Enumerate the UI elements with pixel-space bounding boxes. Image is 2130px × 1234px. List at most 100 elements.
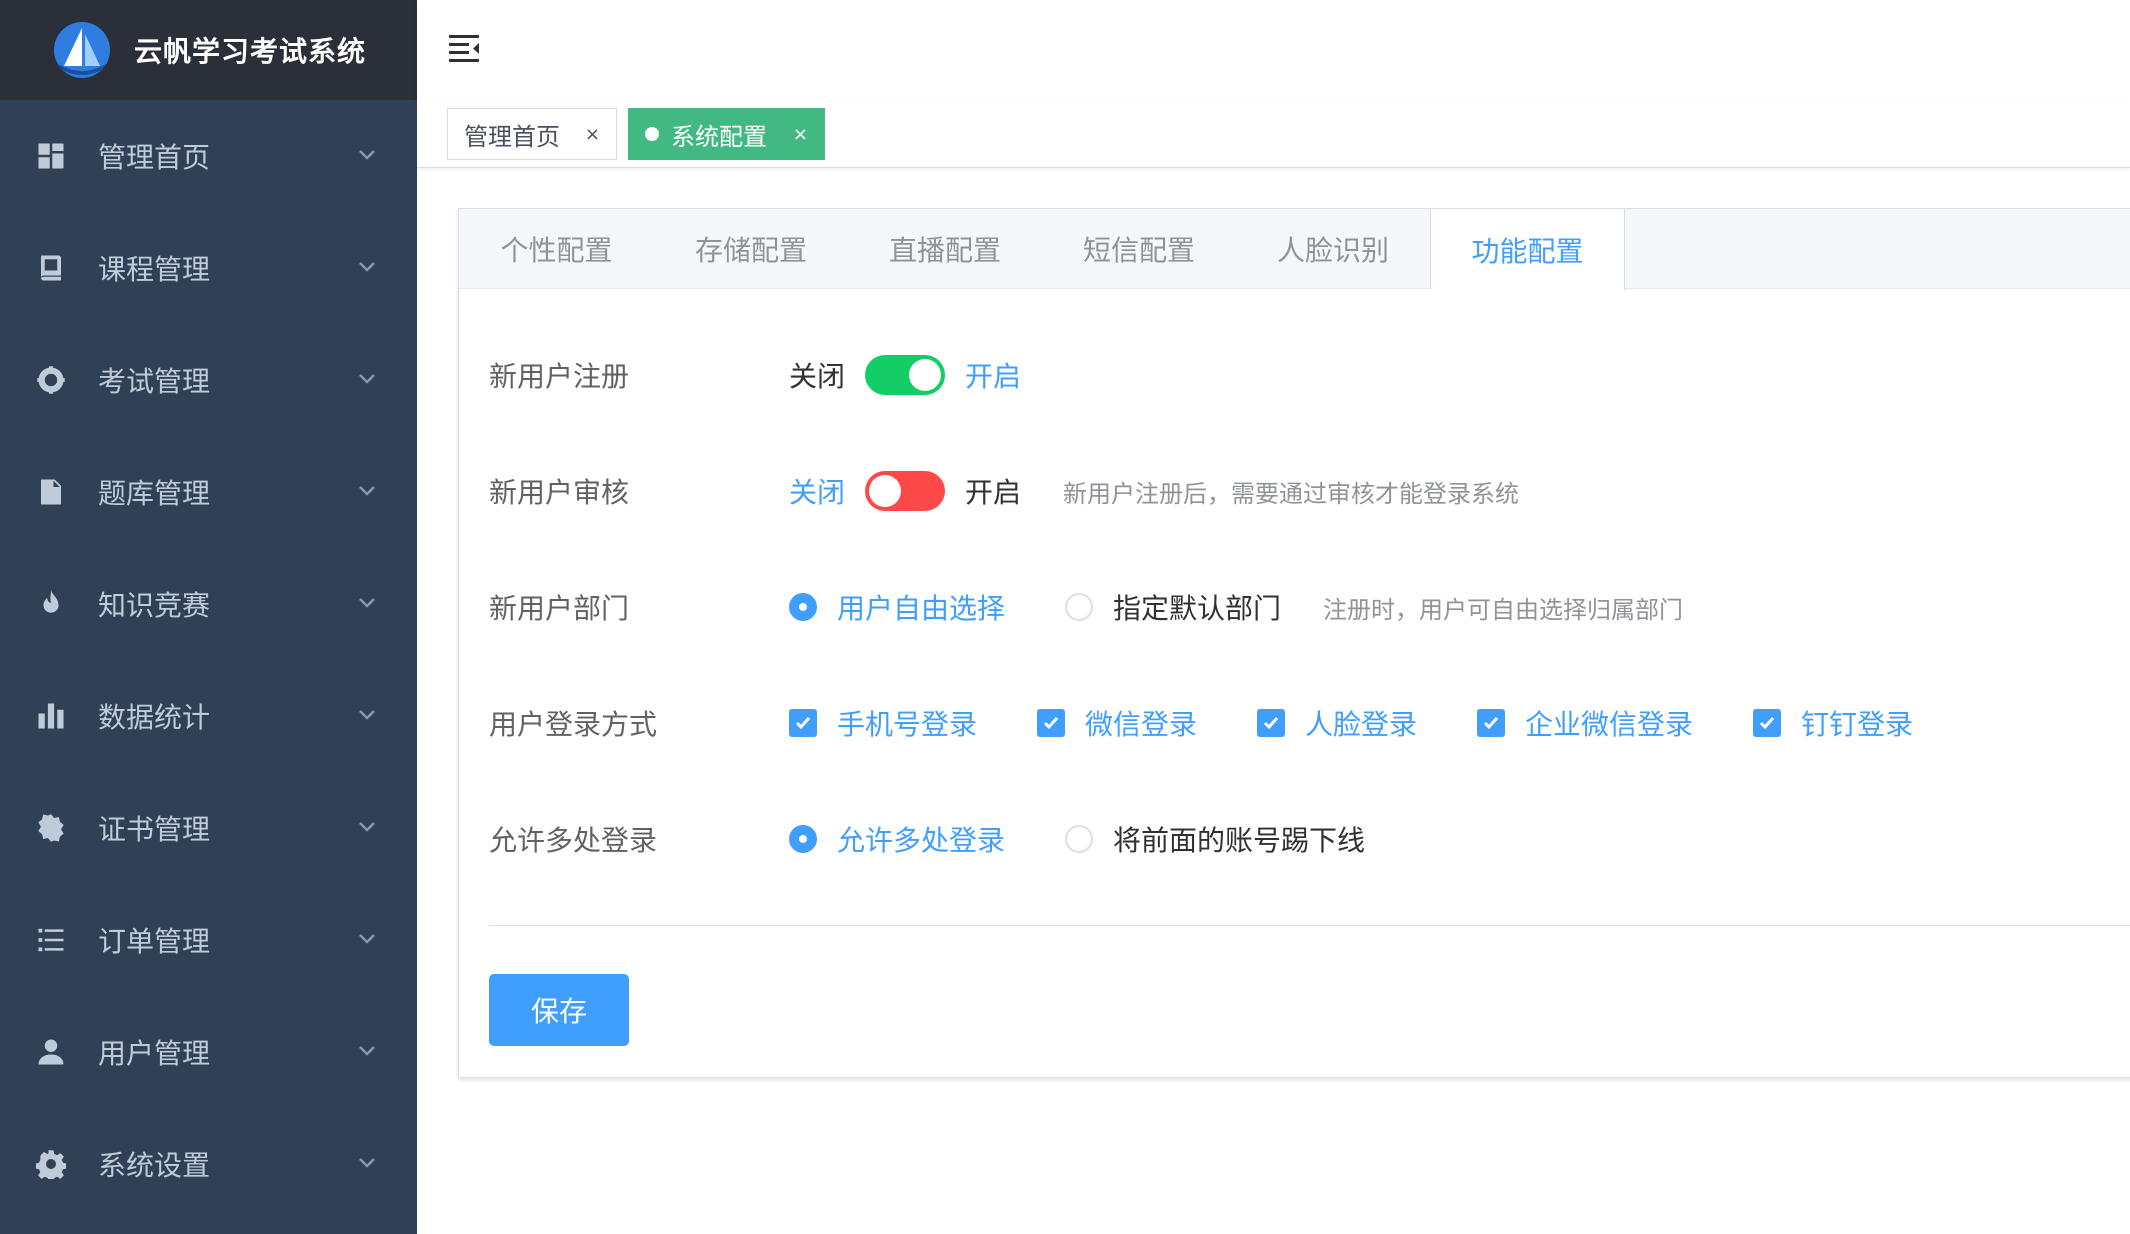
sidebar-item-users[interactable]: 用户管理 [0,996,417,1108]
fire-icon [34,587,68,621]
close-icon[interactable]: × [793,124,808,145]
chevron-down-icon [357,368,377,392]
sidebar-item-label: 订单管理 [98,925,211,958]
exam-icon [34,363,68,397]
register-switch[interactable] [865,355,946,395]
switch-knob [869,475,902,507]
login-checkbox-group: 手机号登录 微信登录 人脸登录 企业微信登录 钉钉登录 [789,703,1973,743]
form-label: 允许多处登录 [489,824,658,857]
document-icon [34,475,68,509]
sidebar-item-question-bank[interactable]: 题库管理 [0,436,417,548]
tag-label: 管理首页 [464,122,560,151]
radio-circle [1065,593,1094,621]
checkbox-face[interactable]: 人脸登录 [1257,703,1417,743]
checkbox-label: 微信登录 [1085,708,1198,741]
sidebar: 云帆学习考试系统 管理首页 课程管理 考试管理 题库管理 知识竞赛 数据统计 证… [0,0,417,1234]
form-label: 新用户部门 [489,592,630,625]
radio-label: 用户自由选择 [837,592,1006,625]
tab-live[interactable]: 直播配置 [848,209,1042,289]
tag-home[interactable]: 管理首页 × [447,108,617,160]
chevron-down-icon [357,592,377,616]
checkbox-dingtalk[interactable]: 钉钉登录 [1753,703,1913,743]
tabs-header: 个性配置 存储配置 直播配置 短信配置 人脸识别 功能配置 [459,209,2130,290]
audit-switch[interactable] [865,471,946,511]
switch-off-text[interactable]: 关闭 [789,355,845,395]
sidebar-item-label: 证书管理 [98,813,211,846]
tab-sms[interactable]: 短信配置 [1042,209,1236,289]
checkmark-icon [789,709,817,737]
tags-view: 管理首页 × 系统配置 × [417,100,2130,168]
save-button[interactable]: 保存 [489,974,629,1046]
sidebar-item-dashboard[interactable]: 管理首页 [0,100,417,212]
logo-icon [54,22,110,78]
chevron-down-icon [357,1040,377,1064]
sidebar-item-exams[interactable]: 考试管理 [0,324,417,436]
tab-storage[interactable]: 存储配置 [654,209,848,289]
radio-label: 允许多处登录 [837,824,1006,857]
form-label: 用户登录方式 [489,708,658,741]
checkbox-label: 人脸登录 [1305,708,1418,741]
checkmark-icon [1037,709,1066,737]
form-divider [489,925,2130,926]
bar-chart-icon [34,699,68,733]
form-label: 新用户审核 [489,476,630,509]
chevron-down-icon [357,928,377,952]
tab-feature[interactable]: 功能配置 [1430,209,1625,290]
book-icon [34,251,68,285]
close-icon[interactable]: × [585,124,600,145]
radio-free-choice[interactable]: 用户自由选择 [789,587,1005,627]
config-card: 个性配置 存储配置 直播配置 短信配置 人脸识别 功能配置 新用户注册 关闭 开… [458,208,2130,1078]
department-radio-group: 用户自由选择 指定默认部门 注册时，用户可自由选择归属部门 [789,587,1683,627]
logo-bar: 云帆学习考试系统 [0,0,417,100]
top-navbar [417,0,2130,100]
checkbox-label: 手机号登录 [837,708,978,741]
sidebar-item-label: 数据统计 [98,701,211,734]
chevron-down-icon [357,1152,377,1176]
chevron-down-icon [357,144,377,168]
sidebar-item-contest[interactable]: 知识竞赛 [0,548,417,660]
tag-label: 系统配置 [671,122,767,151]
audit-hint: 新用户注册后，需要通过审核才能登录系统 [1063,479,1520,508]
sidebar-item-statistics[interactable]: 数据统计 [0,660,417,772]
multi-login-radio-group: 允许多处登录 将前面的账号踢下线 [789,819,1425,859]
user-icon [34,1035,68,1069]
chevron-down-icon [357,704,377,728]
tab-face[interactable]: 人脸识别 [1236,209,1430,289]
sidebar-item-label: 考试管理 [98,365,211,398]
radio-circle [789,593,817,621]
app-title: 云帆学习考试系统 [134,35,367,68]
switch-off-text[interactable]: 关闭 [789,471,845,511]
checkbox-label: 企业微信登录 [1525,708,1694,741]
switch-on-text[interactable]: 开启 [965,471,1021,511]
audit-switch-group: 关闭 开启 新用户注册后，需要通过审核才能登录系统 [789,471,1519,511]
sidebar-item-label: 管理首页 [98,141,211,174]
sidebar-item-label: 用户管理 [98,1037,211,1070]
menu-fold-icon [449,35,479,62]
tab-personal[interactable]: 个性配置 [459,209,654,289]
radio-circle [1065,825,1094,853]
hamburger-button[interactable] [447,30,487,70]
sidebar-item-label: 知识竞赛 [98,589,211,622]
sidebar-item-settings[interactable]: 系统设置 [0,1108,417,1220]
checkbox-phone[interactable]: 手机号登录 [789,703,977,743]
checkbox-wechat[interactable]: 微信登录 [1037,703,1197,743]
checkmark-icon [1477,709,1506,737]
sidebar-item-label: 系统设置 [98,1149,211,1182]
sidebar-item-courses[interactable]: 课程管理 [0,212,417,324]
tag-system-config[interactable]: 系统配置 × [628,108,825,160]
switch-on-text[interactable]: 开启 [965,355,1021,395]
sidebar-item-label: 课程管理 [98,253,211,286]
sidebar-item-certificates[interactable]: 证书管理 [0,772,417,884]
certificate-icon [34,811,68,845]
sidebar-item-orders[interactable]: 订单管理 [0,884,417,996]
dashboard-icon [34,139,68,173]
radio-kick-previous[interactable]: 将前面的账号踢下线 [1065,819,1365,859]
radio-allow-multi[interactable]: 允许多处登录 [789,819,1005,859]
radio-default-dept[interactable]: 指定默认部门 [1065,587,1281,627]
chevron-down-icon [357,480,377,504]
checkbox-wecom[interactable]: 企业微信登录 [1477,703,1693,743]
sidebar-menu: 管理首页 课程管理 考试管理 题库管理 知识竞赛 数据统计 证书管理 订单管理 … [0,100,417,1220]
department-hint: 注册时，用户可自由选择归属部门 [1323,595,1684,624]
radio-label: 将前面的账号踢下线 [1113,824,1366,857]
sidebar-item-label: 题库管理 [98,477,211,510]
